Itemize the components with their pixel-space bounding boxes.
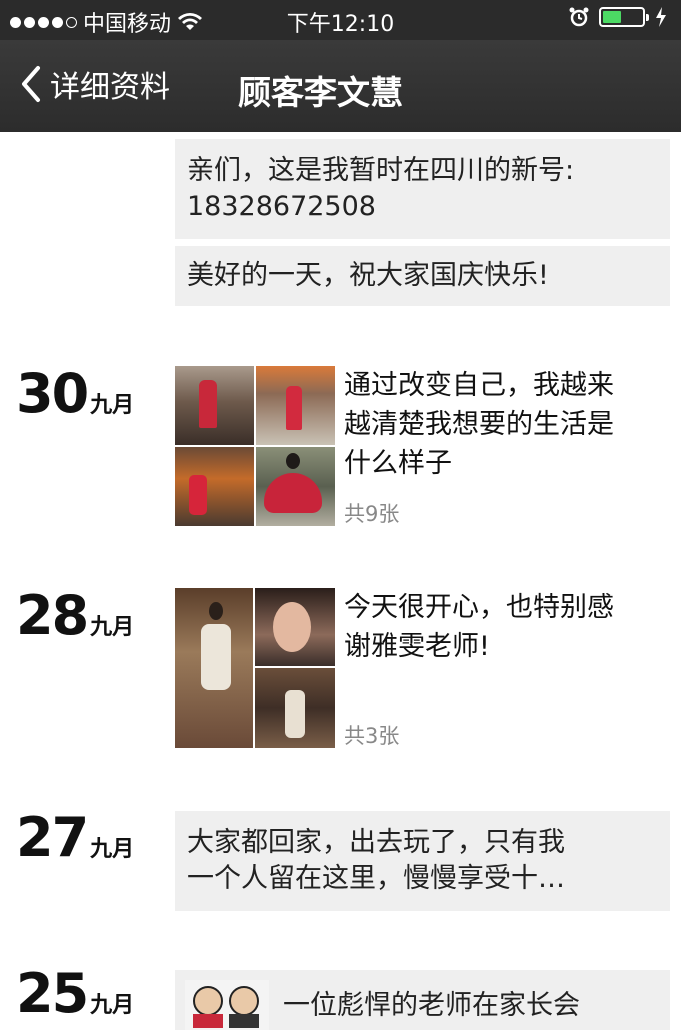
back-button[interactable]: 详细资料 [18, 62, 170, 106]
photo-count: 共9张 [344, 502, 400, 526]
date-day: 27 [16, 806, 89, 869]
date-day: 30 [16, 362, 89, 425]
date-day: 28 [16, 584, 89, 647]
photo-thumbnail[interactable] [255, 588, 335, 666]
caption-line: 谢雅雯老师! [344, 631, 490, 662]
post-text-line: 亲们，这是我暂时在四川的新号: [187, 155, 575, 186]
battery-icon [599, 7, 649, 27]
photo-thumbnail[interactable] [175, 588, 253, 748]
status-bar: 中国移动 下午12:10 [0, 0, 681, 40]
date-month: 九月 [90, 393, 135, 418]
photo-thumbnail[interactable] [256, 366, 335, 445]
photo-thumbnail[interactable] [175, 447, 254, 526]
post-text: 美好的一天，祝大家国庆快乐! [187, 260, 549, 291]
post-text-line: 大家都回家，出去玩了，只有我 [187, 827, 565, 858]
post-text-line: 一个人留在这里，慢慢享受十… [187, 863, 565, 894]
alarm-icon [569, 7, 589, 27]
date-month: 九月 [90, 837, 135, 862]
photo-thumbnail[interactable] [256, 447, 335, 526]
text-post[interactable]: 大家都回家，出去玩了，只有我 一个人留在这里，慢慢享受十… [175, 811, 670, 911]
post-caption[interactable]: 今天很开心，也特别感 谢雅雯老师! [344, 588, 674, 666]
photo-grid[interactable] [175, 366, 335, 526]
date-month: 九月 [90, 993, 135, 1018]
date-label: 30 九月 [16, 362, 134, 425]
date-label: 27 九月 [16, 806, 134, 869]
photo-grid[interactable] [175, 588, 335, 748]
text-post[interactable]: 美好的一天，祝大家国庆快乐! [175, 246, 670, 306]
link-title: 一位彪悍的老师在家长会 [283, 990, 580, 1021]
link-post[interactable]: 一位彪悍的老师在家长会 [175, 970, 670, 1030]
date-month: 九月 [90, 615, 135, 640]
date-label: 28 九月 [16, 584, 134, 647]
date-day: 25 [16, 962, 89, 1025]
photo-thumbnail[interactable] [255, 668, 335, 748]
post-caption[interactable]: 通过改变自己，我越来 越清楚我想要的生活是 什么样子 [344, 366, 674, 483]
navigation-bar: 详细资料 顾客李文慧 [0, 40, 681, 132]
chevron-left-icon [22, 66, 40, 102]
back-label: 详细资料 [50, 70, 170, 105]
date-label: 25 九月 [16, 962, 134, 1025]
caption-line: 今天很开心，也特别感 [344, 592, 614, 623]
caption-line: 通过改变自己，我越来 [344, 370, 614, 401]
photo-count: 共3张 [344, 724, 400, 748]
page-title: 顾客李文慧 [238, 73, 403, 112]
photo-thumbnail[interactable] [175, 366, 254, 445]
charging-icon [656, 7, 666, 27]
caption-line: 什么样子 [344, 448, 452, 479]
text-post[interactable]: 亲们，这是我暂时在四川的新号: 18328672508 [175, 139, 670, 239]
caption-line: 越清楚我想要的生活是 [344, 409, 614, 440]
phone-number: 18328672508 [187, 191, 376, 222]
status-right [569, 7, 667, 27]
